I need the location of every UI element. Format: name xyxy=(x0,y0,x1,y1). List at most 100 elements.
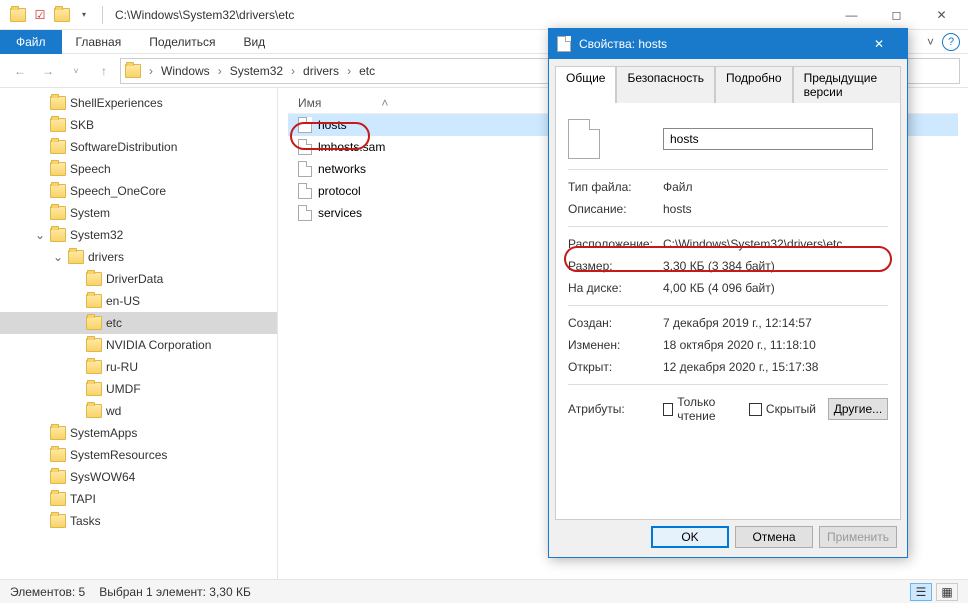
tree-item-label: en-US xyxy=(106,294,140,308)
chevron-down-icon[interactable]: ˅ xyxy=(927,35,934,49)
tree-item[interactable]: ⌄ System32 xyxy=(0,224,277,246)
tab-home[interactable]: Главная xyxy=(62,31,136,53)
folder-icon xyxy=(50,162,66,176)
tree-item[interactable]: Speech_OneCore xyxy=(0,180,277,202)
tree-item-label: ShellExperiences xyxy=(70,96,163,110)
column-name-label: Имя xyxy=(298,96,321,110)
recent-dropdown[interactable]: ˅ xyxy=(64,59,88,83)
file-name: hosts xyxy=(318,118,347,132)
window-titlebar: ☑ ▾ C:\Windows\System32\drivers\etc — ◻ … xyxy=(0,0,968,30)
tree-item-label: System xyxy=(70,206,110,220)
dialog-titlebar[interactable]: Свойства: hosts ✕ xyxy=(549,29,907,59)
label-modified: Изменен: xyxy=(568,338,663,352)
close-icon[interactable]: ✕ xyxy=(859,37,899,51)
tree-item[interactable]: SystemResources xyxy=(0,444,277,466)
tree-item-label: SoftwareDistribution xyxy=(70,140,177,154)
tab-general[interactable]: Общие xyxy=(555,66,616,103)
tree-item-label: SKB xyxy=(70,118,94,132)
breadcrumb-segment[interactable]: drivers xyxy=(299,62,343,80)
view-icons-button[interactable]: ▦ xyxy=(936,583,958,601)
chevron-right-icon[interactable]: › xyxy=(147,64,155,78)
tree-item-label: SysWOW64 xyxy=(70,470,135,484)
sort-indicator-icon: ˄ xyxy=(381,96,388,110)
tree-item-label: Speech_OneCore xyxy=(70,184,166,198)
tree-item[interactable]: SystemApps xyxy=(0,422,277,444)
folder-icon xyxy=(86,404,102,418)
breadcrumb-segment[interactable]: System32 xyxy=(226,62,287,80)
filename-input[interactable] xyxy=(663,128,873,150)
chevron-right-icon[interactable]: › xyxy=(216,64,224,78)
file-tab[interactable]: Файл xyxy=(0,30,62,54)
tree-item[interactable]: SoftwareDistribution xyxy=(0,136,277,158)
dropdown-icon[interactable]: ▾ xyxy=(76,7,92,23)
file-name: services xyxy=(318,206,362,220)
tab-security[interactable]: Безопасность xyxy=(616,66,715,103)
dialog-body: Тип файла:Файл Описание:hosts Расположен… xyxy=(555,102,901,520)
tree-item[interactable]: etc xyxy=(0,312,277,334)
up-button[interactable]: ↑ xyxy=(92,59,116,83)
other-attributes-button[interactable]: Другие... xyxy=(828,398,888,420)
tree-item[interactable]: NVIDIA Corporation xyxy=(0,334,277,356)
view-details-button[interactable]: ☰ xyxy=(910,583,932,601)
label-created: Создан: xyxy=(568,316,663,330)
value-created: 7 декабря 2019 г., 12:14:57 xyxy=(663,316,888,330)
maximize-button[interactable]: ◻ xyxy=(874,0,919,30)
tree-item[interactable]: TAPI xyxy=(0,488,277,510)
checkbox-icon[interactable]: ☑ xyxy=(32,7,48,23)
breadcrumb-segment[interactable]: etc xyxy=(355,62,379,80)
close-button[interactable]: ✕ xyxy=(919,0,964,30)
folder-icon xyxy=(125,64,141,78)
tab-details[interactable]: Подробно xyxy=(715,66,793,103)
dialog-title: Свойства: hosts xyxy=(579,37,667,51)
value-size: 3,30 КБ (3 384 байт) xyxy=(663,259,888,273)
tree-item[interactable]: System xyxy=(0,202,277,224)
status-selection: Выбран 1 элемент: 3,30 КБ xyxy=(99,585,251,599)
tab-previous[interactable]: Предыдущие версии xyxy=(793,66,901,103)
file-icon xyxy=(568,119,600,159)
expand-icon[interactable]: ⌄ xyxy=(52,250,64,264)
tree-item[interactable]: wd xyxy=(0,400,277,422)
checkbox-hidden[interactable]: Скрытый xyxy=(749,402,816,416)
expand-icon[interactable]: ⌄ xyxy=(34,228,46,242)
tab-share[interactable]: Поделиться xyxy=(135,31,229,53)
folder-icon xyxy=(50,118,66,132)
folder-icon xyxy=(86,272,102,286)
file-icon xyxy=(298,161,312,177)
minimize-button[interactable]: — xyxy=(829,0,874,30)
ok-button[interactable]: OK xyxy=(651,526,729,548)
folder-tree[interactable]: ShellExperiences SKB SoftwareDistribution S… xyxy=(0,88,278,579)
tree-item[interactable]: Speech xyxy=(0,158,277,180)
tree-item-label: System32 xyxy=(70,228,123,242)
tree-item[interactable]: en-US xyxy=(0,290,277,312)
folder-icon xyxy=(50,514,66,528)
tree-item[interactable]: ru-RU xyxy=(0,356,277,378)
checkbox-readonly[interactable]: Только чтение xyxy=(663,395,737,423)
folder-icon[interactable] xyxy=(54,7,70,23)
help-icon[interactable]: ? xyxy=(942,33,960,51)
dialog-tabs: Общие Безопасность Подробно Предыдущие в… xyxy=(549,59,907,102)
tree-item-label: etc xyxy=(106,316,122,330)
forward-button[interactable]: → xyxy=(36,59,60,83)
tree-item[interactable]: SKB xyxy=(0,114,277,136)
tree-item-label: wd xyxy=(106,404,121,418)
chevron-right-icon[interactable]: › xyxy=(345,64,353,78)
tree-item[interactable]: DriverData xyxy=(0,268,277,290)
cancel-button[interactable]: Отмена xyxy=(735,526,813,548)
tree-item[interactable]: ShellExperiences xyxy=(0,92,277,114)
apply-button[interactable]: Применить xyxy=(819,526,897,548)
value-accessed: 12 декабря 2020 г., 15:17:38 xyxy=(663,360,888,374)
label-attributes: Атрибуты: xyxy=(568,402,663,416)
back-button[interactable]: ← xyxy=(8,59,32,83)
tree-item-label: Tasks xyxy=(70,514,101,528)
breadcrumb-segment[interactable]: Windows xyxy=(157,62,214,80)
tree-item[interactable]: ⌄drivers xyxy=(0,246,277,268)
tree-item[interactable]: UMDF xyxy=(0,378,277,400)
tree-item-label: SystemResources xyxy=(70,448,167,462)
tree-item[interactable]: Tasks xyxy=(0,510,277,532)
tree-item-label: Speech xyxy=(70,162,111,176)
tree-item[interactable]: SysWOW64 xyxy=(0,466,277,488)
tab-view[interactable]: Вид xyxy=(229,31,279,53)
file-icon xyxy=(298,205,312,221)
properties-dialog: Свойства: hosts ✕ Общие Безопасность Под… xyxy=(548,28,908,558)
chevron-right-icon[interactable]: › xyxy=(289,64,297,78)
